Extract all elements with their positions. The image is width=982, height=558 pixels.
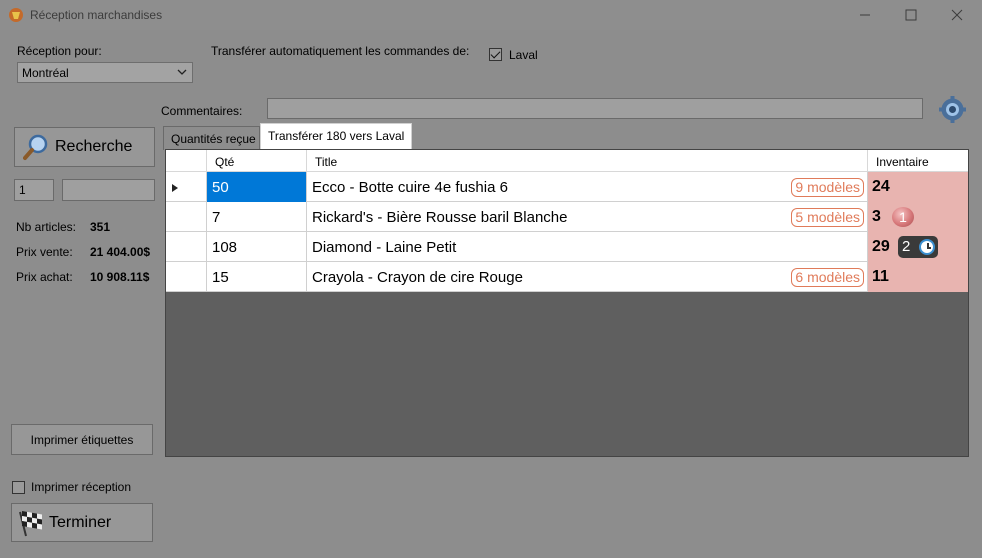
nb-articles-label: Nb articles: [16, 220, 77, 234]
inventory-cell[interactable]: 11 [868, 262, 968, 292]
minimize-button[interactable] [842, 0, 888, 30]
window-title: Réception marchandises [30, 8, 163, 22]
row-pointer [166, 202, 207, 232]
title-bar: Réception marchandises [0, 0, 982, 30]
auto-transfer-option: Laval [509, 48, 538, 62]
close-icon [951, 9, 963, 21]
pending-count-badge[interactable]: 1 [892, 207, 914, 227]
grid-header-inventory[interactable]: Inventaire [868, 150, 968, 172]
print-reception-checkbox[interactable] [12, 481, 25, 494]
grid-header: Qté Title Inventaire [166, 150, 968, 172]
clock-icon [919, 239, 935, 255]
auto-transfer-checkbox[interactable] [489, 48, 502, 61]
app-icon [9, 8, 23, 22]
checkered-flag-icon [19, 510, 42, 536]
table-row[interactable]: 7 Rickard's - Bière Rousse baril Blanche… [166, 202, 968, 232]
search-button[interactable]: Recherche [14, 127, 155, 167]
title-cell[interactable]: Ecco - Botte cuire 4e fushia 6 9 modèles [307, 172, 868, 202]
prix-achat-value: 10 908.11$ [90, 270, 150, 284]
reception-select[interactable]: Montréal [17, 62, 193, 83]
row-pointer [166, 172, 207, 202]
models-badge[interactable]: 5 modèles [791, 208, 864, 227]
grid-header-pointer [166, 150, 207, 172]
nb-articles-value: 351 [90, 220, 111, 234]
items-grid[interactable]: Qté Title Inventaire 50 Ecco - Botte cui… [165, 149, 969, 457]
inventory-cell[interactable]: 29 2 [868, 232, 968, 262]
title-cell[interactable]: Rickard's - Bière Rousse baril Blanche 5… [307, 202, 868, 232]
grid-header-qty[interactable]: Qté [207, 150, 307, 172]
search-button-label: Recherche [55, 138, 133, 155]
row-pointer [166, 232, 207, 262]
magnifier-icon [23, 134, 48, 160]
search-qty-input[interactable]: 1 [14, 179, 54, 201]
print-reception-label: Imprimer réception [31, 480, 132, 494]
scheduled-count-badge[interactable]: 2 [898, 236, 938, 258]
finish-button-label: Terminer [49, 513, 112, 531]
auto-transfer-label: Transférer automatiquement les commandes… [211, 44, 470, 58]
title-cell[interactable]: Diamond - Laine Petit [307, 232, 868, 262]
qty-cell[interactable]: 7 [207, 202, 307, 232]
table-row[interactable]: 50 Ecco - Botte cuire 4e fushia 6 9 modè… [166, 172, 968, 202]
prix-vente-value: 21 404.00$ [90, 245, 151, 259]
row-pointer-icon [172, 184, 178, 192]
models-badge[interactable]: 9 modèles [791, 178, 864, 197]
prix-vente-label: Prix vente: [16, 245, 73, 259]
qty-cell[interactable]: 15 [207, 262, 307, 292]
search-code-input[interactable] [62, 179, 155, 201]
minimize-icon [860, 14, 870, 16]
inventory-cell[interactable]: 3 1 [868, 202, 968, 232]
qty-cell[interactable]: 108 [207, 232, 307, 262]
title-cell[interactable]: Crayola - Crayon de cire Rouge 6 modèles [307, 262, 868, 292]
comments-label: Commentaires: [161, 104, 243, 118]
print-labels-button[interactable]: Imprimer étiquettes [11, 424, 153, 455]
inventory-cell[interactable]: 24 [868, 172, 968, 202]
chevron-down-icon [177, 69, 187, 75]
row-pointer [166, 262, 207, 292]
close-button[interactable] [934, 0, 980, 30]
grid-header-title[interactable]: Title [307, 150, 868, 172]
qty-cell[interactable]: 50 [207, 172, 307, 202]
models-badge[interactable]: 6 modèles [791, 268, 864, 287]
prix-achat-label: Prix achat: [16, 270, 73, 284]
finish-button[interactable]: Terminer [11, 503, 153, 542]
reception-label: Réception pour: [17, 44, 102, 58]
table-row[interactable]: 15 Crayola - Crayon de cire Rouge 6 modè… [166, 262, 968, 292]
gear-icon[interactable] [939, 96, 966, 123]
maximize-button[interactable] [888, 0, 934, 30]
table-row[interactable]: 108 Diamond - Laine Petit 29 2 [166, 232, 968, 262]
tab-quantites-recues[interactable]: Quantités reçue [163, 126, 260, 150]
maximize-icon [905, 9, 917, 21]
reception-select-value: Montréal [22, 66, 69, 80]
comments-input[interactable] [267, 98, 923, 119]
tab-transferer-laval[interactable]: Transférer 180 vers Laval [260, 123, 413, 150]
